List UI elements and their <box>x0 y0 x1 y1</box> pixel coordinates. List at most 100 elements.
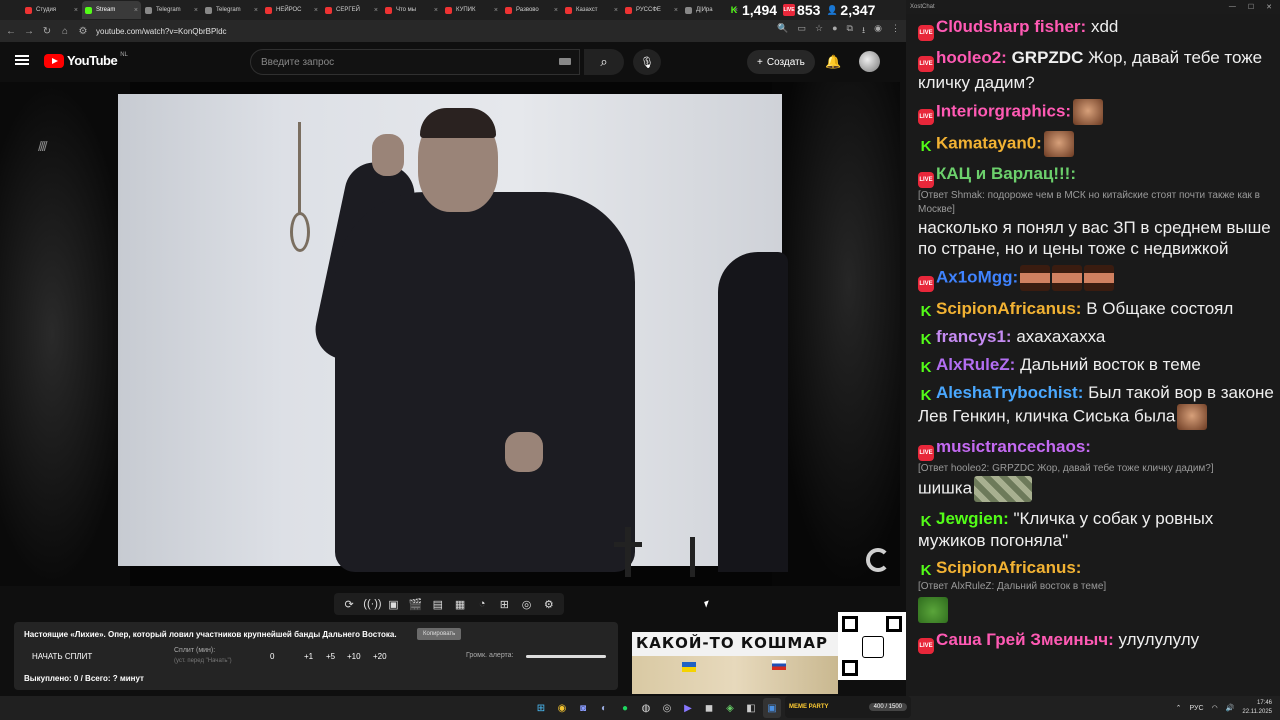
screenshot-icon[interactable]: ◎ <box>519 598 535 611</box>
maximize-icon[interactable]: ☐ <box>1248 3 1254 11</box>
chat-username[interactable]: francys1: <box>936 327 1012 346</box>
clock[interactable]: 17:46 22.11.2025 <box>1242 699 1272 717</box>
spotify-icon[interactable]: ● <box>616 698 634 718</box>
extension-icon[interactable]: ● <box>832 23 837 39</box>
tab-close-icon[interactable]: × <box>374 7 378 14</box>
chat-username[interactable]: КАЦ и Варлац!!!: <box>936 164 1076 183</box>
browser-tab[interactable]: Казахст × <box>562 1 621 19</box>
forward-icon[interactable]: → <box>24 26 34 37</box>
meme-party-widget[interactable]: MEME PARTY 400 / 1500 <box>785 696 911 718</box>
download-icon[interactable]: ⭳ <box>862 23 865 39</box>
browser-tab[interactable]: Stream × <box>82 1 141 19</box>
chat-username[interactable]: Interiorgraphics: <box>936 101 1071 120</box>
search-input[interactable]: Введите запрос <box>250 49 580 75</box>
chat-username[interactable]: Ax1oMgg: <box>936 268 1018 287</box>
start-split-button[interactable]: НАЧАТЬ СПЛИТ <box>32 652 92 661</box>
more-icon[interactable]: ⋮ <box>891 23 900 39</box>
browser-tab[interactable]: РУССФЕ × <box>622 1 681 19</box>
profile-icon[interactable]: ◉ <box>874 23 882 39</box>
browser-tab[interactable]: Telegram × <box>202 1 261 19</box>
tab-close-icon[interactable]: × <box>434 7 438 14</box>
close-icon[interactable]: ✕ <box>1266 3 1272 11</box>
app-icon[interactable]: ◎ <box>658 698 676 718</box>
copy-button[interactable]: Копировать <box>417 628 462 640</box>
language-indicator[interactable]: РУС <box>1190 705 1204 712</box>
tab-close-icon[interactable]: × <box>674 7 678 14</box>
tab-close-icon[interactable]: × <box>134 7 138 14</box>
tab-close-icon[interactable]: × <box>194 7 198 14</box>
chat-panel[interactable]: LIVE Cl0udsharp fisher: xdd LIVE hooleo2: G… <box>906 14 1280 696</box>
chat-username[interactable]: Cl0udsharp fisher: <box>936 17 1086 36</box>
vr-icon[interactable]: ▣ <box>385 598 401 611</box>
app-icon[interactable]: ◈ <box>721 698 739 718</box>
wifi-icon[interactable]: ◠ <box>1212 704 1218 712</box>
volume-icon[interactable]: 🔊 <box>1226 704 1235 712</box>
tab-close-icon[interactable]: × <box>74 7 78 14</box>
speed-icon[interactable]: ◔ <box>474 598 490 610</box>
avatar[interactable] <box>859 51 880 72</box>
keyboard-icon[interactable] <box>559 58 571 65</box>
browser-tab[interactable]: Telegram × <box>142 1 201 19</box>
app-icon[interactable]: ◼ <box>700 698 718 718</box>
home-icon[interactable]: ⌂ <box>60 26 70 37</box>
browser-tab[interactable]: Развово × <box>502 1 561 19</box>
tab-close-icon[interactable]: × <box>614 7 618 14</box>
browser-tab[interactable]: СЕРГЕЙ × <box>322 1 381 19</box>
browser-tab[interactable]: Что мы × <box>382 1 441 19</box>
url-field[interactable]: youtube.com/watch?v=KonQbrBPldc <box>96 27 227 36</box>
increment-button[interactable]: +10 <box>347 652 361 661</box>
settings-icon[interactable]: ⚙ <box>541 598 557 611</box>
minimize-icon[interactable]: — <box>1229 3 1236 11</box>
chat-username[interactable]: musictrancechaos: <box>936 437 1091 456</box>
media-icon[interactable]: ▶ <box>679 698 697 718</box>
search-button[interactable]: ⌕ <box>584 49 624 75</box>
loop-icon[interactable]: ⟳ <box>341 598 357 611</box>
chrome-icon[interactable]: ◉ <box>553 698 571 718</box>
chat-username[interactable]: Саша Грей Змеиныч: <box>936 630 1114 649</box>
extensions-icon[interactable]: ⧉ <box>847 23 853 39</box>
add-icon[interactable]: ⊞ <box>496 598 512 611</box>
reload-icon[interactable]: ↻ <box>42 26 52 37</box>
increment-button[interactable]: +5 <box>326 652 335 661</box>
youtube-logo[interactable]: YouTube NL <box>44 52 128 68</box>
windows-start-icon[interactable]: ⊞ <box>532 698 550 718</box>
zoom-icon[interactable]: 🔍 <box>777 23 788 39</box>
discord-icon[interactable]: ◙ <box>574 698 592 718</box>
tab-close-icon[interactable]: × <box>554 7 558 14</box>
bookmark-icon[interactable]: ☆ <box>815 23 823 39</box>
tab-close-icon[interactable]: × <box>314 7 318 14</box>
notifications-icon[interactable]: 🔔 <box>825 54 841 70</box>
chat-username[interactable]: Jewgien: <box>936 509 1009 528</box>
increment-button[interactable]: +20 <box>373 652 387 661</box>
promo-banner[interactable]: КАКОЙ-ТО КОШМАР <box>632 632 838 694</box>
tab-close-icon[interactable]: × <box>254 7 258 14</box>
menu-icon[interactable] <box>15 53 29 67</box>
audio-icon[interactable]: ((·)) <box>363 598 381 610</box>
pip-icon[interactable]: ▤ <box>430 598 446 611</box>
cast-icon[interactable]: ▭ <box>798 23 807 39</box>
video-player[interactable]: //// <box>0 82 900 586</box>
chat-username[interactable]: ScipionAfricanus: <box>936 299 1081 318</box>
chevron-up-icon[interactable]: ⌃ <box>1176 704 1182 712</box>
voice-search-button[interactable]: 🎙 <box>633 49 661 75</box>
chat-username[interactable]: hooleo2: <box>936 48 1007 67</box>
chat-username[interactable]: ScipionAfricanus: <box>936 558 1081 577</box>
subtitle-icon[interactable]: ▦ <box>452 598 468 611</box>
site-info-icon[interactable]: ⚙ <box>78 26 88 37</box>
browser-tab[interactable]: Студия × <box>22 1 81 19</box>
steam-icon[interactable]: ◐ <box>595 698 613 718</box>
browser-tab[interactable]: НЕЙРОС × <box>262 1 321 19</box>
chat-username[interactable]: AleshaTrybochist: <box>936 383 1083 402</box>
obs-icon[interactable]: ◍ <box>637 698 655 718</box>
chat-username[interactable]: Kamatayan0: <box>936 134 1042 153</box>
increment-button[interactable]: +1 <box>304 652 313 661</box>
browser-tab[interactable]: КУПИК × <box>442 1 501 19</box>
app-icon[interactable]: ◧ <box>742 698 760 718</box>
tab-close-icon[interactable]: × <box>494 7 498 14</box>
clapper-icon[interactable]: 🎬 <box>408 598 424 611</box>
back-icon[interactable]: ← <box>6 26 16 37</box>
alert-volume-slider[interactable] <box>526 655 606 658</box>
browser-icon[interactable]: ▣ <box>763 698 781 718</box>
create-button[interactable]: + Создать <box>747 50 815 74</box>
chat-username[interactable]: AlxRuleZ: <box>936 355 1015 374</box>
